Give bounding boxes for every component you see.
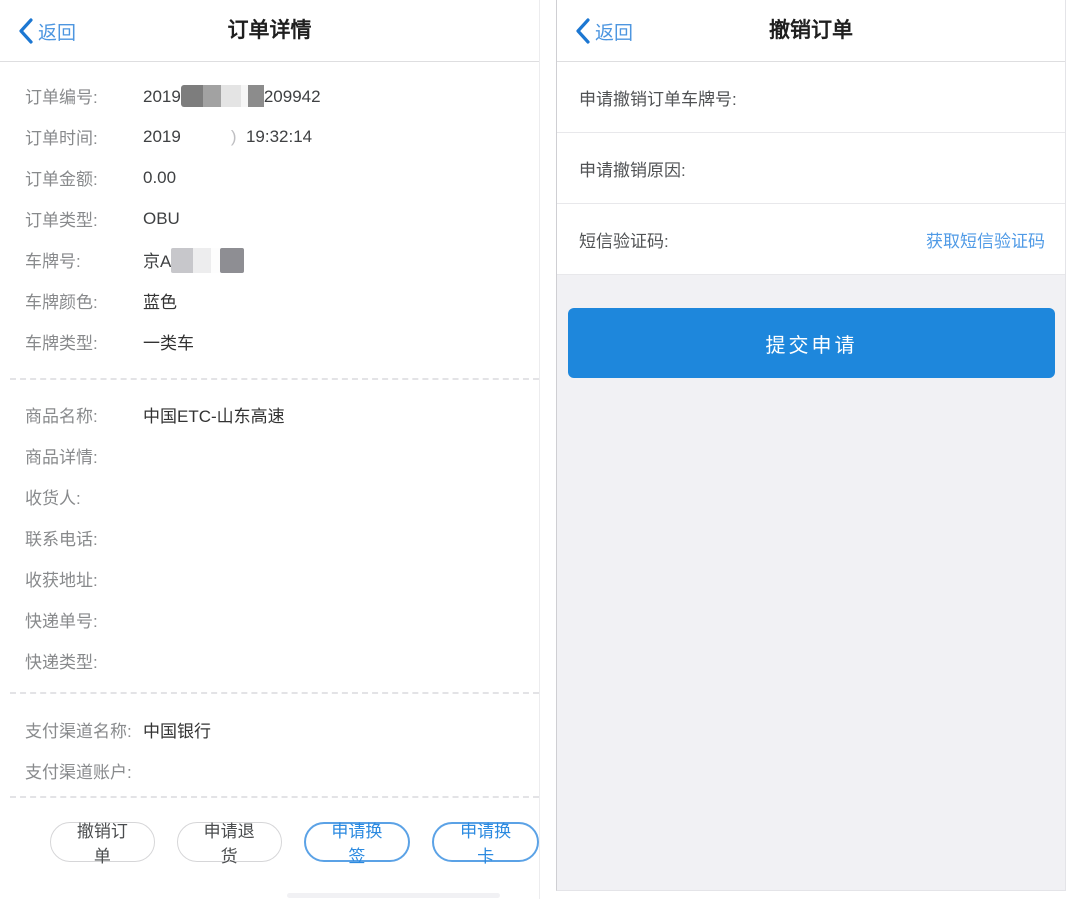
cancel-order-appbar: 返回 撤销订单 — [557, 0, 1065, 62]
field-label: 车牌类型: — [25, 329, 143, 354]
home-indicator — [287, 893, 500, 898]
field-label: 收获地址: — [25, 566, 143, 591]
request-resign-button[interactable]: 申请换签 — [304, 822, 411, 862]
field-value: 0.00 — [143, 168, 176, 188]
order-detail-screen: 返回 订单详情 订单编号: 2019209942 订单时间: 2019) 19:… — [0, 0, 540, 899]
field-label: 商品名称: — [25, 402, 143, 427]
cancel-order-button[interactable]: 撤销订单 — [50, 822, 155, 862]
order-detail-content: 订单编号: 2019209942 订单时间: 2019) 19:32:14 订单… — [0, 62, 539, 862]
field-label: 申请撤销原因: — [579, 156, 686, 181]
field-product-detail: 商品详情: — [25, 435, 539, 476]
field-value: OBU — [143, 209, 180, 229]
field-label: 短信验证码: — [579, 227, 669, 252]
field-label: 快递单号: — [25, 607, 143, 632]
form-footer-area: 提交申请 — [557, 275, 1065, 890]
get-sms-code-link[interactable]: 获取短信验证码 — [926, 227, 1045, 252]
field-value: 京A — [143, 247, 244, 273]
field-amount: 订单金额: 0.00 — [25, 157, 539, 198]
field-plate-type: 车牌类型: 一类车 — [25, 321, 539, 362]
field-label: 快递类型: — [25, 648, 143, 673]
plate-number-field-row[interactable]: 申请撤销订单车牌号: — [557, 62, 1065, 133]
field-label: 商品详情: — [25, 443, 143, 468]
field-value: 2019209942 — [143, 85, 321, 107]
field-value: 中国银行 — [143, 717, 211, 742]
field-phone: 联系电话: — [25, 517, 539, 558]
page-title: 撤销订单 — [557, 0, 1065, 62]
field-label: 车牌号: — [25, 247, 143, 272]
field-order-time: 订单时间: 2019) 19:32:14 — [25, 116, 539, 157]
field-express-type: 快递类型: — [25, 640, 539, 681]
request-return-button[interactable]: 申请退货 — [177, 822, 282, 862]
field-pay-account: 支付渠道账户: — [25, 750, 539, 791]
field-label: 支付渠道账户: — [25, 758, 143, 783]
field-order-no: 订单编号: 2019209942 — [25, 75, 539, 116]
order-actions: 撤销订单 申请退货 申请换签 申请换卡 — [25, 822, 539, 862]
field-label: 申请撤销订单车牌号: — [579, 85, 737, 110]
field-label: 支付渠道名称: — [25, 717, 143, 742]
order-detail-appbar: 返回 订单详情 — [0, 0, 539, 62]
page-title: 订单详情 — [0, 0, 539, 62]
submit-application-button[interactable]: 提交申请 — [568, 308, 1055, 378]
sms-code-field-row[interactable]: 短信验证码: 获取短信验证码 — [557, 204, 1065, 275]
field-label: 联系电话: — [25, 525, 143, 550]
section-divider — [10, 796, 539, 798]
field-label: 订单金额: — [25, 165, 143, 190]
section-divider — [10, 378, 539, 380]
field-label: 车牌颜色: — [25, 288, 143, 313]
field-plate-no: 车牌号: 京A — [25, 239, 539, 280]
field-order-type: 订单类型: OBU — [25, 198, 539, 239]
redaction-mosaic — [181, 85, 264, 107]
request-card-swap-button[interactable]: 申请换卡 — [432, 822, 539, 862]
field-consignee: 收货人: — [25, 476, 539, 517]
field-label: 订单类型: — [25, 206, 143, 231]
field-plate-color: 车牌颜色: 蓝色 — [25, 280, 539, 321]
screenshot-root: 返回 订单详情 订单编号: 2019209942 订单时间: 2019) 19:… — [0, 0, 1080, 899]
field-product-name: 商品名称: 中国ETC-山东高速 — [25, 394, 539, 435]
field-label: 收货人: — [25, 484, 143, 509]
field-pay-channel: 支付渠道名称: 中国银行 — [25, 709, 539, 750]
field-value: 2019) 19:32:14 — [143, 127, 312, 147]
redaction-mosaic — [171, 248, 244, 273]
field-value: 一类车 — [143, 329, 194, 354]
field-address: 收获地址: — [25, 558, 539, 599]
field-label: 订单编号: — [25, 83, 143, 108]
field-value: 蓝色 — [143, 288, 177, 313]
cancel-order-screen: 返回 撤销订单 申请撤销订单车牌号: 申请撤销原因: 短信验证码: 获取短信验证… — [556, 0, 1066, 891]
field-value: 中国ETC-山东高速 — [143, 402, 285, 427]
section-divider — [10, 692, 539, 694]
field-tracking-no: 快递单号: — [25, 599, 539, 640]
field-label: 订单时间: — [25, 124, 143, 149]
cancel-reason-field-row[interactable]: 申请撤销原因: — [557, 133, 1065, 204]
